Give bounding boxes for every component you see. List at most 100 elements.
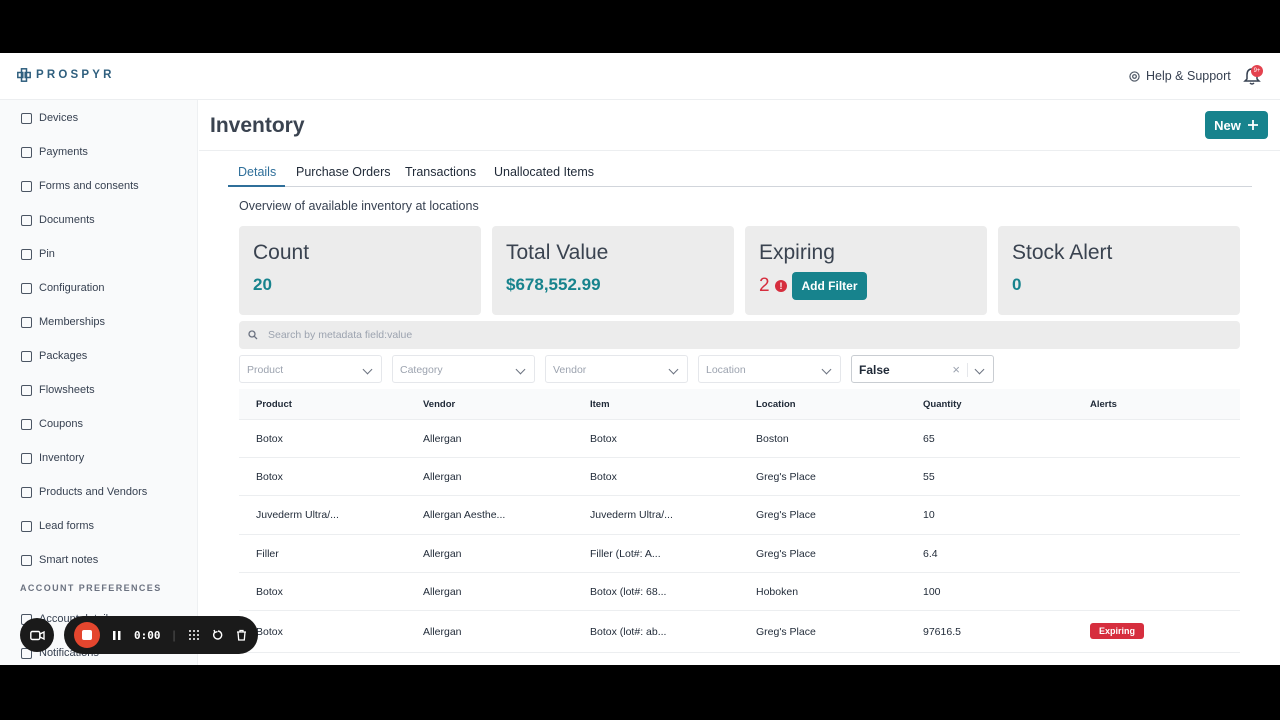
cell-vendor: Allergan xyxy=(423,433,462,445)
new-button[interactable]: New xyxy=(1205,111,1268,139)
sidebar-item-flowsheets[interactable]: Flowsheets xyxy=(21,382,95,398)
tab-purchase-orders[interactable]: Purchase Orders xyxy=(296,165,390,179)
sidebar-item-inventory[interactable]: Inventory xyxy=(21,450,84,466)
add-filter-button[interactable]: Add Filter xyxy=(792,272,867,300)
column-header-alerts[interactable]: Alerts xyxy=(1090,399,1117,410)
cell-location: Greg's Place xyxy=(756,471,816,484)
table-row[interactable]: Filler Allergan Filler (Lot#: A... Greg'… xyxy=(239,535,1240,573)
coupon-icon xyxy=(21,418,32,430)
stock-alert-card: Stock Alert 0 xyxy=(998,226,1240,315)
pause-icon[interactable] xyxy=(112,630,122,641)
camera-toggle[interactable] xyxy=(20,618,54,652)
cell-item: Filler (Lot#: A... xyxy=(590,547,661,560)
cell-item: Juvederm Ultra/... xyxy=(590,509,673,522)
tab-transactions[interactable]: Transactions xyxy=(405,165,476,179)
sidebar-item-label: Packages xyxy=(39,350,88,362)
cell-product: Botox xyxy=(256,585,283,598)
trash-icon[interactable] xyxy=(236,629,247,641)
location-filter-select[interactable]: Location xyxy=(698,355,841,383)
select-separator xyxy=(967,363,968,377)
column-header-quantity[interactable]: Quantity xyxy=(923,399,962,410)
sidebar-item-label: Documents xyxy=(39,214,95,226)
tab-unallocated-items[interactable]: Unallocated Items xyxy=(494,165,594,179)
active-tab-indicator xyxy=(228,185,285,187)
table-row[interactable]: Juvederm Ultra/... Allergan Aesthe... Ju… xyxy=(239,496,1240,535)
sidebar-item-label: Memberships xyxy=(39,316,106,328)
tab-details[interactable]: Details xyxy=(238,165,276,179)
stock-alert-title: Stock Alert xyxy=(1012,241,1113,264)
column-header-vendor[interactable]: Vendor xyxy=(423,399,455,410)
table-row[interactable]: Botox Allergan Botox Greg's Place 55 xyxy=(239,458,1240,497)
restart-icon[interactable] xyxy=(212,629,224,641)
package-icon xyxy=(21,350,32,362)
location-filter-placeholder: Location xyxy=(706,364,746,376)
expiring-title: Expiring xyxy=(759,241,835,264)
overview-text: Overview of available inventory at locat… xyxy=(239,199,479,213)
header-divider xyxy=(199,150,1280,151)
cell-location: Greg's Place xyxy=(756,547,816,560)
table-row[interactable]: Botox Allergan Botox (lot#: ab... Greg's… xyxy=(239,611,1240,653)
chevron-down-icon xyxy=(668,364,679,375)
table-row[interactable]: Botox Allergan Botox Boston 65 xyxy=(239,420,1240,459)
note-icon xyxy=(21,554,32,566)
search-bar xyxy=(239,321,1240,349)
inventory-icon xyxy=(21,452,32,464)
cell-item: Botox xyxy=(590,471,617,484)
stop-recording-button[interactable] xyxy=(74,622,100,648)
sidebar-item-label: Forms and consents xyxy=(39,180,139,192)
expiring-badge: Expiring xyxy=(1090,622,1145,639)
card-icon xyxy=(21,146,32,158)
help-support-link[interactable]: Help & Support xyxy=(1129,69,1231,83)
sidebar-item-payments[interactable]: Payments xyxy=(21,144,88,160)
logo[interactable]: PROSPYR xyxy=(17,68,115,82)
column-header-location[interactable]: Location xyxy=(756,399,796,410)
cell-product: Juvederm Ultra/... xyxy=(256,509,339,522)
sidebar-item-smart-notes[interactable]: Smart notes xyxy=(21,552,98,568)
app-frame: PROSPYR Help & Support 9+ Devices Paymen… xyxy=(0,53,1280,665)
search-icon xyxy=(248,330,258,340)
sidebar: Devices Payments Forms and consents Docu… xyxy=(0,100,198,665)
cell-vendor: Allergan xyxy=(423,585,462,598)
product-filter-select[interactable]: Product xyxy=(239,355,382,383)
clear-icon[interactable]: × xyxy=(952,362,960,377)
column-header-product[interactable]: Product xyxy=(256,399,292,410)
cell-quantity: 55 xyxy=(923,471,935,484)
chevron-down-icon xyxy=(515,364,526,375)
cell-quantity: 10 xyxy=(923,509,935,522)
help-support-label: Help & Support xyxy=(1146,69,1231,83)
recording-controls: 0:00 | xyxy=(64,616,258,654)
status-filter-value: False xyxy=(859,363,890,377)
sidebar-item-forms[interactable]: Forms and consents xyxy=(21,178,139,194)
grid-dots-icon[interactable] xyxy=(188,629,200,641)
category-filter-placeholder: Category xyxy=(400,364,443,376)
sidebar-item-packages[interactable]: Packages xyxy=(21,348,87,364)
status-filter-select[interactable]: False × xyxy=(851,355,994,383)
cell-item: Botox (lot#: 68... xyxy=(590,585,667,598)
sidebar-item-configuration[interactable]: Configuration xyxy=(21,280,104,296)
vendor-filter-select[interactable]: Vendor xyxy=(545,355,688,383)
video-camera-icon xyxy=(29,630,45,640)
sidebar-item-memberships[interactable]: Memberships xyxy=(21,314,105,330)
sidebar-item-products-vendors[interactable]: Products and Vendors xyxy=(21,484,147,500)
cell-vendor: Allergan xyxy=(423,547,462,560)
logo-text: PROSPYR xyxy=(36,69,115,81)
sidebar-item-documents[interactable]: Documents xyxy=(21,212,95,228)
sidebar-item-label: Smart notes xyxy=(39,554,99,566)
plus-icon xyxy=(1247,120,1258,130)
form-icon xyxy=(21,180,32,192)
table-row[interactable]: Botox Allergan Botox (lot#: 68... Hoboke… xyxy=(239,573,1240,611)
logo-icon xyxy=(17,68,31,82)
search-input[interactable] xyxy=(268,329,1168,341)
sidebar-item-pin[interactable]: Pin xyxy=(21,246,55,262)
cell-quantity: 100 xyxy=(923,585,941,598)
sidebar-item-coupons[interactable]: Coupons xyxy=(21,416,83,432)
sidebar-item-lead-forms[interactable]: Lead forms xyxy=(21,518,94,534)
category-filter-select[interactable]: Category xyxy=(392,355,535,383)
column-header-item[interactable]: Item xyxy=(590,399,610,410)
chevron-down-icon xyxy=(974,364,985,375)
sidebar-item-devices[interactable]: Devices xyxy=(21,110,78,126)
sidebar-item-label: Devices xyxy=(39,112,79,124)
divider: | xyxy=(172,628,176,642)
document-icon xyxy=(21,214,32,226)
cell-vendor: Allergan Aesthe... xyxy=(423,509,506,522)
